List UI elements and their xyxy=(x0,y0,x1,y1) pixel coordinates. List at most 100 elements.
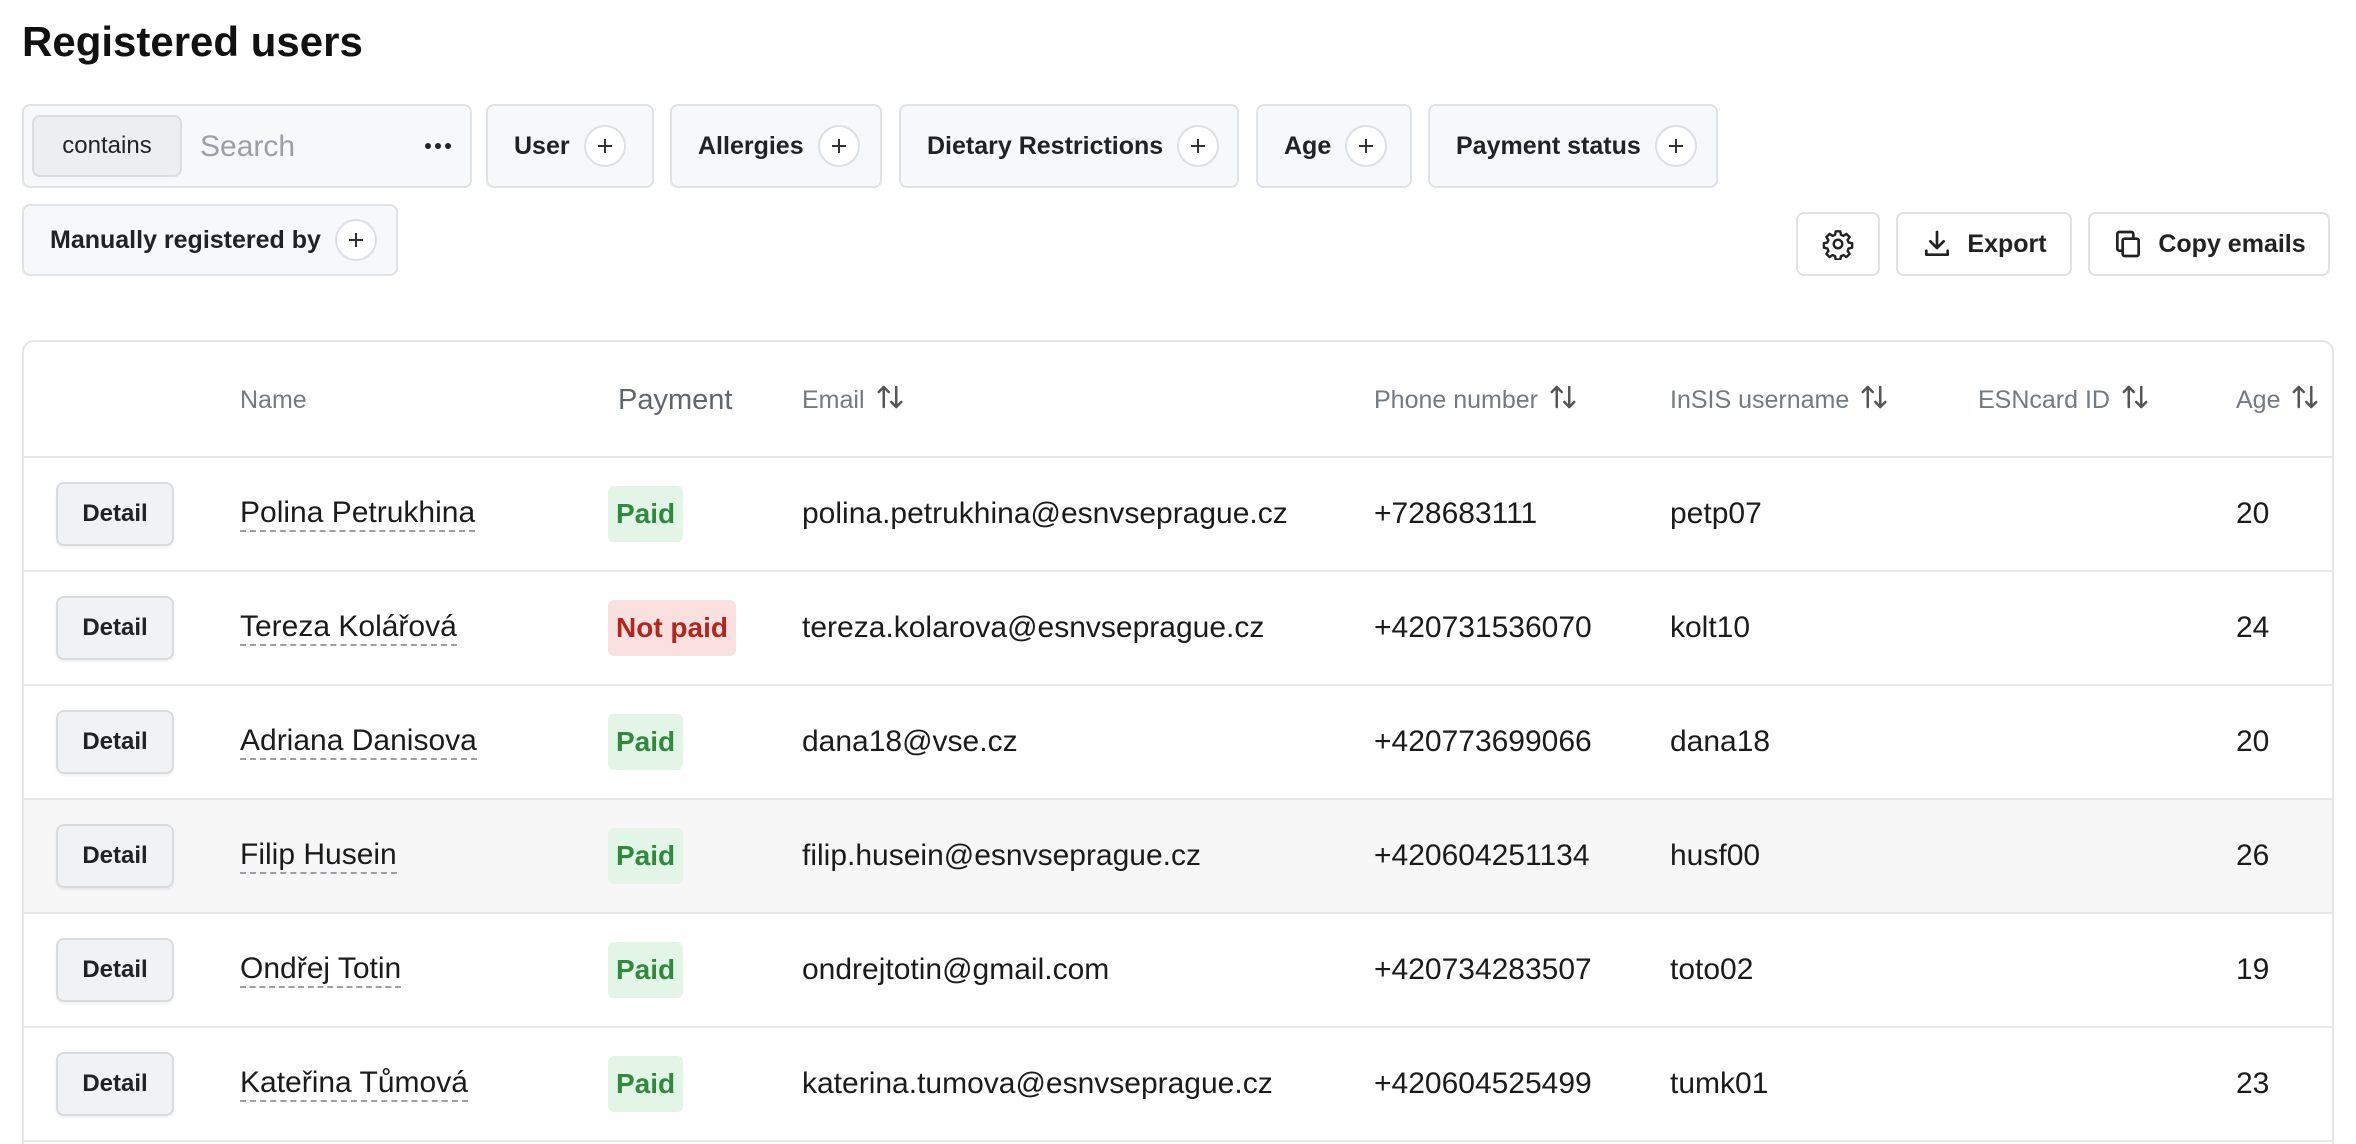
insis-cell: dana18 xyxy=(1670,725,1771,758)
phone-cell: +420604251134 xyxy=(1374,839,1590,872)
user-name-cell: Polina Petrukhina xyxy=(240,458,476,570)
phone-cell: +420734283507 xyxy=(1374,953,1592,986)
payment-cell: Paid xyxy=(608,458,684,570)
table-row: Detail Kateřina Tůmová Paid katerina.tum… xyxy=(24,1028,2332,1142)
copy-icon xyxy=(2116,230,2141,258)
more-options-button[interactable] xyxy=(418,128,458,164)
age-cell: 20 xyxy=(2236,725,2270,758)
settings-button[interactable] xyxy=(1796,212,1880,276)
column-header-esncard[interactable]: ESNcard ID xyxy=(1978,342,2150,458)
age-cell: 20 xyxy=(2236,497,2270,530)
insis-cell: petp07 xyxy=(1670,497,1762,530)
detail-button[interactable]: Detail xyxy=(56,1052,174,1116)
filter-age-label: Age xyxy=(1284,131,1332,160)
sort-arrows-icon[interactable] xyxy=(2120,382,2150,419)
sort-arrows-icon[interactable] xyxy=(1859,382,1889,419)
column-header-name: Name xyxy=(240,385,307,414)
payment-cell: Paid xyxy=(608,1028,684,1140)
plus-icon[interactable] xyxy=(1654,125,1697,167)
search-filter: contains xyxy=(22,104,472,188)
email-cell: polina.petrukhina@esnvseprague.cz xyxy=(802,497,1288,530)
user-name-link[interactable]: Polina Petrukhina xyxy=(240,496,476,532)
search-input[interactable] xyxy=(200,120,420,174)
user-name-link[interactable]: Adriana Danisova xyxy=(240,724,477,760)
column-header-email[interactable]: Email xyxy=(802,342,905,458)
payment-cell: Paid xyxy=(608,914,684,1026)
more-horizontal-icon xyxy=(425,143,451,149)
phone-cell: +420604525499 xyxy=(1374,1067,1592,1100)
phone-cell: +420731536070 xyxy=(1374,611,1592,644)
user-name-link[interactable]: Filip Husein xyxy=(240,838,397,874)
user-name-cell: Ondřej Totin xyxy=(240,914,402,1026)
copy-emails-button[interactable]: Copy emails xyxy=(2088,212,2330,276)
registered-users-page: Registered users contains User Allergies… xyxy=(0,0,2356,1144)
export-button[interactable]: Export xyxy=(1896,212,2072,276)
table-row: Detail Ondřej Totin Paid ondrejtotin@gma… xyxy=(24,914,2332,1028)
payment-status-badge: Paid xyxy=(608,714,684,770)
filter-payment-status[interactable]: Payment status xyxy=(1428,104,1718,188)
email-cell: katerina.tumova@esnvseprague.cz xyxy=(802,1067,1273,1100)
email-cell: ondrejtotin@gmail.com xyxy=(802,953,1110,986)
payment-cell: Paid xyxy=(608,800,684,912)
filter-age[interactable]: Age xyxy=(1256,104,1412,188)
age-cell: 23 xyxy=(2236,1067,2270,1100)
plus-icon[interactable] xyxy=(583,125,626,167)
detail-button[interactable]: Detail xyxy=(56,710,174,774)
phone-cell: +728683111 xyxy=(1374,497,1538,530)
users-table: Name Payment Email Phone number InSIS us… xyxy=(22,340,2334,1144)
payment-status-badge: Not paid xyxy=(608,600,736,656)
filter-manually-registered-label: Manually registered by xyxy=(50,225,321,254)
payment-status-badge: Paid xyxy=(608,1056,684,1112)
detail-button[interactable]: Detail xyxy=(56,938,174,1002)
filter-dietary-restrictions[interactable]: Dietary Restrictions xyxy=(899,104,1239,188)
table-row: Detail Tereza Kolářová Not paid tereza.k… xyxy=(24,572,2332,686)
email-cell: dana18@vse.cz xyxy=(802,725,1018,758)
sort-arrows-icon[interactable] xyxy=(2290,382,2320,419)
table-row: Detail Polina Petrukhina Paid polina.pet… xyxy=(24,458,2332,572)
plus-icon[interactable] xyxy=(817,125,860,167)
detail-button[interactable]: Detail xyxy=(56,596,174,660)
user-name-cell: Kateřina Tůmová xyxy=(240,1028,468,1140)
payment-status-badge: Paid xyxy=(608,828,684,884)
filter-user-label: User xyxy=(514,131,570,160)
download-icon xyxy=(1925,230,1950,256)
table-row: Detail Filip Husein Paid filip.husein@es… xyxy=(24,800,2332,914)
plus-icon[interactable] xyxy=(1177,125,1220,167)
email-cell: filip.husein@esnvseprague.cz xyxy=(802,839,1202,872)
sort-arrows-icon[interactable] xyxy=(875,382,905,419)
detail-button[interactable]: Detail xyxy=(56,482,174,546)
payment-status-badge: Paid xyxy=(608,942,684,998)
plus-icon[interactable] xyxy=(1345,125,1388,167)
user-name-link[interactable]: Kateřina Tůmová xyxy=(240,1066,468,1102)
payment-cell: Not paid xyxy=(608,572,736,684)
filter-allergies-label: Allergies xyxy=(698,131,804,160)
filter-allergies[interactable]: Allergies xyxy=(670,104,882,188)
page-title: Registered users xyxy=(22,18,363,65)
insis-cell: tumk01 xyxy=(1670,1067,1769,1100)
plus-icon[interactable] xyxy=(334,219,377,261)
age-cell: 24 xyxy=(2236,611,2270,644)
search-mode-button[interactable]: contains xyxy=(32,115,182,177)
age-cell: 26 xyxy=(2236,839,2270,872)
user-name-cell: Adriana Danisova xyxy=(240,686,477,798)
column-header-phone[interactable]: Phone number xyxy=(1374,342,1578,458)
payment-cell: Paid xyxy=(608,686,684,798)
filter-user[interactable]: User xyxy=(486,104,654,188)
user-name-cell: Filip Husein xyxy=(240,800,397,912)
filter-manually-registered-by[interactable]: Manually registered by xyxy=(22,204,398,276)
export-label: Export xyxy=(1967,229,2047,258)
user-name-link[interactable]: Ondřej Totin xyxy=(240,952,402,988)
sort-arrows-icon[interactable] xyxy=(1548,382,1578,419)
column-header-insis[interactable]: InSIS username xyxy=(1670,342,1889,458)
table-header: Name Payment Email Phone number InSIS us… xyxy=(24,342,2332,458)
filter-payment-status-label: Payment status xyxy=(1456,131,1641,160)
column-header-age[interactable]: Age xyxy=(2236,342,2320,458)
user-name-cell: Tereza Kolářová xyxy=(240,572,457,684)
payment-status-badge: Paid xyxy=(608,486,684,542)
user-name-link[interactable]: Tereza Kolářová xyxy=(240,610,457,646)
email-cell: tereza.kolarova@esnvseprague.cz xyxy=(802,611,1265,644)
phone-cell: +420773699066 xyxy=(1374,725,1592,758)
insis-cell: toto02 xyxy=(1670,953,1754,986)
age-cell: 19 xyxy=(2236,953,2270,986)
detail-button[interactable]: Detail xyxy=(56,824,174,888)
